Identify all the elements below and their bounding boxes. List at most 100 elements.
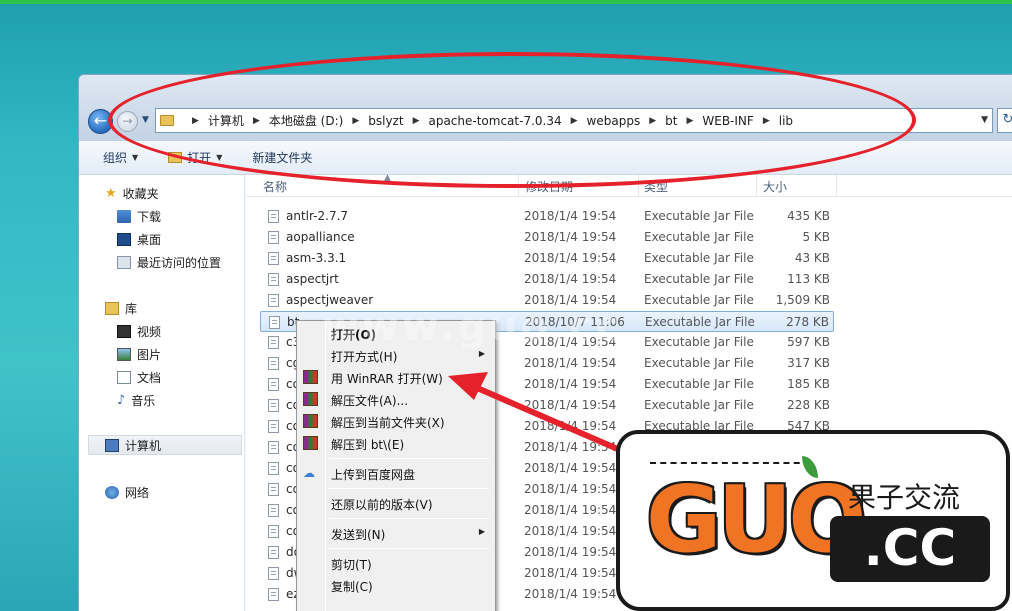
watermark-text: www.guo.cc xyxy=(322,304,623,350)
nav-music[interactable]: ♪ 音乐 xyxy=(117,390,155,410)
file-type: Executable Jar File xyxy=(644,398,754,412)
file-row[interactable]: asm-3.3.1 2018/1/4 19:54 Executable Jar Fi… xyxy=(260,248,834,269)
file-size: 317 KB xyxy=(787,356,830,370)
nav-computer[interactable]: 计算机 xyxy=(88,435,242,455)
column-name[interactable]: 名称 xyxy=(263,178,287,195)
column-divider[interactable] xyxy=(756,175,757,197)
nav-label: 文档 xyxy=(137,370,162,385)
file-size: 597 KB xyxy=(787,335,830,349)
logo-chinese: 果子交流 xyxy=(848,481,961,514)
jar-file-icon xyxy=(268,504,279,517)
file-size: 113 KB xyxy=(787,272,830,286)
menu-item-winrar-open[interactable]: 用 WinRAR 打开(W) xyxy=(299,367,493,388)
file-type: Executable Jar File xyxy=(644,272,754,286)
file-type: Executable Jar File xyxy=(645,315,755,329)
jar-file-icon xyxy=(268,378,279,391)
organize-label: 组织 xyxy=(103,151,128,165)
jar-file-icon xyxy=(268,462,279,475)
menu-item-extract-here[interactable]: 解压到当前文件夹(X) xyxy=(299,411,493,432)
file-date: 2018/1/4 19:54 xyxy=(524,524,617,538)
downloads-folder-icon xyxy=(117,209,131,223)
recent-places-icon xyxy=(117,255,131,269)
network-icon xyxy=(105,485,119,499)
file-size: 185 KB xyxy=(787,377,830,391)
file-date: 2018/1/4 19:54 xyxy=(524,419,617,433)
nav-network[interactable]: 网络 xyxy=(105,482,149,502)
jar-file-icon xyxy=(268,294,279,307)
nav-recent[interactable]: 最近访问的位置 xyxy=(117,252,221,272)
navigation-pane: ★ 收藏夹 下载 桌面 最近访问的位置 库 视频 图片 文档 ♪ 音乐 计算机 … xyxy=(79,175,245,611)
jar-file-icon xyxy=(268,252,279,265)
arrow-left-icon: ← xyxy=(93,111,108,130)
file-name: asm-3.3.1 xyxy=(286,251,347,265)
jar-file-icon xyxy=(268,231,279,244)
file-date: 2018/1/4 19:54 xyxy=(524,377,617,391)
document-icon xyxy=(117,370,131,384)
jar-file-icon xyxy=(268,210,279,223)
file-name: antlr-2.7.7 xyxy=(286,209,349,223)
nav-label: 计算机 xyxy=(125,438,162,453)
nav-favorites[interactable]: ★ 收藏夹 xyxy=(105,183,159,203)
menu-item-upload-baidu[interactable]: ☁ 上传到百度网盘 xyxy=(299,463,493,484)
nav-label: 收藏夹 xyxy=(122,186,159,201)
file-type: Executable Jar File xyxy=(644,335,754,349)
music-note-icon: ♪ xyxy=(117,392,126,408)
refresh-button[interactable]: ↻ xyxy=(997,108,1012,133)
nav-desktop[interactable]: 桌面 xyxy=(117,229,161,249)
winrar-icon xyxy=(303,370,318,384)
file-date: 2018/1/4 19:54 xyxy=(524,566,617,580)
file-date: 2018/1/4 19:54 xyxy=(524,545,617,559)
file-date: 2018/1/4 19:54 xyxy=(524,503,617,517)
jar-file-icon xyxy=(268,567,279,580)
nav-libraries[interactable]: 库 xyxy=(105,298,137,318)
nav-label: 最近访问的位置 xyxy=(137,255,222,270)
nav-label: 音乐 xyxy=(131,393,156,408)
menu-item-extract-files[interactable]: 解压文件(A)... xyxy=(299,389,493,410)
file-row[interactable]: aopalliance 2018/1/4 19:54 Executable Jar … xyxy=(260,227,834,248)
jar-file-icon xyxy=(268,420,279,433)
nav-label: 桌面 xyxy=(137,232,162,247)
file-type: Executable Jar File xyxy=(644,251,754,265)
file-size: 43 KB xyxy=(794,251,830,265)
guo-cc-logo: GUO 果子交流 .CC xyxy=(616,430,1010,611)
menu-item-extract-to[interactable]: 解压到 bt\(E) xyxy=(299,433,493,454)
jar-file-icon xyxy=(268,546,279,559)
menu-item-send-to[interactable]: 发送到(N) ▶ xyxy=(299,523,493,544)
nav-videos[interactable]: 视频 xyxy=(117,321,161,341)
nav-documents[interactable]: 文档 xyxy=(117,367,161,387)
logo-domain: .CC xyxy=(830,516,990,582)
menu-item-cut[interactable]: 剪切(T) xyxy=(299,553,493,574)
menu-separator xyxy=(329,548,489,549)
column-size[interactable]: 大小 xyxy=(763,178,787,195)
jar-file-icon xyxy=(268,357,279,370)
file-size: 435 KB xyxy=(787,209,830,223)
nav-downloads[interactable]: 下载 xyxy=(117,206,161,226)
computer-icon xyxy=(105,438,119,452)
nav-pictures[interactable]: 图片 xyxy=(117,344,161,364)
picture-icon xyxy=(117,347,131,361)
file-date: 2018/1/4 19:54 xyxy=(524,440,617,454)
refresh-icon: ↻ xyxy=(1003,112,1012,127)
file-row[interactable]: aspectjrt 2018/1/4 19:54 Executable Jar Fi… xyxy=(260,269,834,290)
winrar-icon xyxy=(303,436,318,450)
jar-file-icon xyxy=(268,441,279,454)
file-row[interactable]: antlr-2.7.7 2018/1/4 19:54 Executable Jar … xyxy=(260,206,834,227)
menu-item-copy[interactable]: 复制(C) xyxy=(299,575,493,596)
library-icon xyxy=(105,301,119,315)
file-date: 2018/1/4 19:54 xyxy=(524,230,617,244)
nav-label: 图片 xyxy=(137,347,162,362)
menu-item-restore-previous[interactable]: 还原以前的版本(V) xyxy=(299,493,493,514)
jar-file-icon xyxy=(268,525,279,538)
organize-button[interactable]: 组织 ▼ xyxy=(103,149,138,166)
nav-label: 视频 xyxy=(137,324,162,339)
file-size: 228 KB xyxy=(787,398,830,412)
jar-file-icon xyxy=(268,399,279,412)
file-type: Executable Jar File xyxy=(644,209,754,223)
file-type: Executable Jar File xyxy=(644,356,754,370)
column-divider[interactable] xyxy=(836,175,837,197)
context-menu: 打开(O) 打开方式(H) ▶ 用 WinRAR 打开(W) 解压文件(A)..… xyxy=(296,320,496,611)
nav-label: 下载 xyxy=(137,209,162,224)
file-date: 2018/1/4 19:54 xyxy=(524,587,617,601)
chevron-down-icon[interactable]: ▼ xyxy=(981,115,988,125)
desktop-background-edge xyxy=(0,0,1012,4)
